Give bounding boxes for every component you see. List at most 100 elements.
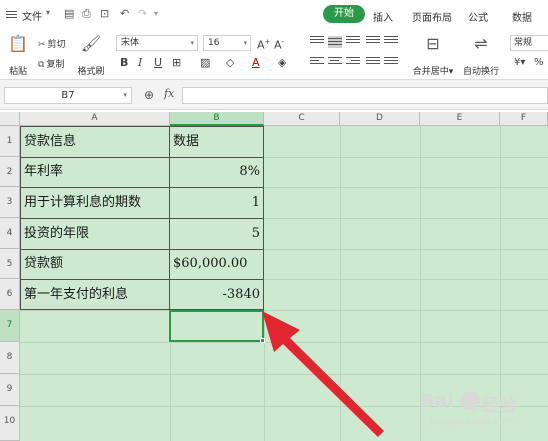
format-painter-button[interactable]: 🖌 格式刷 — [76, 34, 106, 77]
tab-insert[interactable]: 插入 — [373, 9, 393, 24]
underline-icon[interactable]: U — [154, 56, 162, 70]
tab-data[interactable]: 数据 — [512, 9, 532, 24]
text-direction-icon[interactable] — [366, 36, 380, 48]
watermark-logo: Bai — [420, 390, 454, 412]
indent-icon[interactable] — [384, 36, 398, 48]
function-icon[interactable]: fx — [164, 87, 174, 100]
clear-icon[interactable]: ◈ — [278, 56, 286, 70]
align-right-icon[interactable] — [346, 57, 360, 69]
cell-b4[interactable]: 5 — [171, 219, 262, 249]
fill-color-icon[interactable]: ▨ — [200, 56, 210, 70]
chevron-down-icon[interactable]: ▾ — [46, 8, 50, 17]
merge-cells-icon: ⊟ — [426, 34, 440, 53]
redo-icon[interactable]: ↷ — [138, 8, 147, 19]
percent-icon[interactable]: % — [534, 56, 544, 70]
align-center-icon[interactable] — [328, 57, 342, 69]
column-header-b[interactable]: B — [170, 112, 264, 126]
row-header-7[interactable]: 7 — [0, 310, 20, 342]
formula-bar: B7 ▾ ⊕ fx — [0, 80, 548, 110]
row-header-10[interactable]: 10 — [0, 406, 20, 441]
select-all-corner[interactable] — [0, 112, 20, 126]
align-middle-icon[interactable] — [328, 36, 342, 48]
decrease-font-icon[interactable]: A- — [274, 35, 284, 53]
cell-a4[interactable]: 投资的年限 — [24, 219, 169, 249]
file-menu[interactable]: 文件 — [22, 8, 42, 23]
bold-icon[interactable]: B — [120, 56, 128, 70]
column-header-d[interactable]: D — [340, 112, 420, 126]
active-cell-b7[interactable] — [169, 310, 264, 342]
tab-formulas[interactable]: 公式 — [468, 9, 488, 24]
scissors-icon: ✂ — [38, 40, 46, 50]
tab-home[interactable]: 开始 — [323, 5, 365, 23]
cell-a5[interactable]: 贷款额 — [24, 249, 169, 279]
cell-b1[interactable]: 数据 — [171, 127, 262, 157]
paint-bucket-icon[interactable]: ◇ — [226, 56, 234, 70]
row-header-1[interactable]: 1 — [0, 126, 20, 157]
paw-icon — [460, 392, 480, 410]
cell-b6[interactable]: -3840 — [171, 280, 262, 310]
column-header-e[interactable]: E — [420, 112, 500, 126]
menu-bar: 文件 ▾ ▤ ⎙ ⊡ ↶ ↷ ▾ 开始 插入 页面布局 公式 数据 — [0, 0, 548, 26]
wrap-text-button[interactable]: ⇌ 自动换行 — [460, 34, 502, 77]
cell-a2[interactable]: 年利率 — [24, 157, 169, 187]
chevron-down-icon[interactable]: ▾ — [154, 8, 158, 19]
chevron-down-icon: ▾ — [243, 39, 247, 47]
watermark-url: jingyan.baidu.com — [430, 417, 514, 427]
paste-button[interactable]: 📋 粘贴 — [4, 34, 32, 77]
name-box[interactable]: B7 ▾ — [4, 87, 132, 104]
row-header-2[interactable]: 2 — [0, 157, 20, 187]
gridline — [20, 310, 548, 311]
row-header-3[interactable]: 3 — [0, 187, 20, 218]
cut-button[interactable]: ✂ 剪切 — [38, 37, 66, 50]
row-header-5[interactable]: 5 — [0, 249, 20, 279]
align-top-icon[interactable] — [310, 36, 324, 48]
align-bottom-icon[interactable] — [346, 36, 360, 48]
number-format-select[interactable]: 常规 — [510, 35, 548, 51]
row-header-9[interactable]: 9 — [0, 374, 20, 406]
wrap-text-icon: ⇌ — [474, 34, 488, 53]
row-header-6[interactable]: 6 — [0, 279, 20, 310]
row-header-4[interactable]: 4 — [0, 218, 20, 249]
align-left-icon[interactable] — [310, 57, 324, 69]
save-icon[interactable]: ▤ — [64, 8, 74, 19]
chevron-down-icon: ▾ — [123, 91, 127, 99]
column-header-c[interactable]: C — [264, 112, 340, 126]
print-icon[interactable]: ⎙ — [82, 8, 91, 19]
menu-icon[interactable] — [6, 11, 17, 20]
print-preview-icon[interactable]: ⊡ — [100, 8, 109, 19]
row-header-8[interactable]: 8 — [0, 342, 20, 374]
justify-icon[interactable] — [366, 57, 380, 69]
cell-a6[interactable]: 第一年支付的利息 — [24, 280, 169, 310]
column-header-a[interactable]: A — [20, 112, 170, 126]
gridline — [20, 342, 548, 343]
copy-icon: ⧉ — [38, 60, 45, 70]
undo-icon[interactable]: ↶ — [120, 8, 129, 19]
formula-input[interactable] — [182, 87, 548, 104]
currency-icon[interactable]: ¥▾ — [514, 56, 525, 70]
gridline — [340, 126, 341, 441]
copy-button[interactable]: ⧉ 复制 — [38, 57, 64, 70]
cell-a3[interactable]: 用于计算利息的期数 — [24, 188, 169, 218]
cell-b5[interactable]: $60,000.00 — [171, 249, 262, 279]
zoom-icon[interactable]: ⊕ — [144, 88, 154, 102]
font-size-select[interactable]: 16 ▾ — [203, 35, 251, 51]
column-header-f[interactable]: F — [500, 112, 548, 126]
italic-icon[interactable]: I — [138, 56, 142, 70]
watermark: Bai 经验 jingyan.baidu.com — [420, 390, 548, 438]
ribbon-toolbar: 📋 粘贴 ✂ 剪切 ⧉ 复制 🖌 格式刷 宋体 ▾ 16 ▾ A+ A- B I U ⊞… — [0, 26, 548, 80]
spreadsheet-app: 文件 ▾ ▤ ⎙ ⊡ ↶ ↷ ▾ 开始 插入 页面布局 公式 数据 📋 粘贴 ✂… — [0, 0, 548, 441]
fill-handle[interactable] — [260, 338, 265, 343]
gridline — [264, 310, 265, 441]
gridline — [20, 374, 548, 375]
font-name-select[interactable]: 宋体 ▾ — [116, 35, 198, 51]
cell-b3[interactable]: 1 — [171, 188, 262, 218]
tab-page-layout[interactable]: 页面布局 — [412, 9, 452, 24]
cell-a1[interactable]: 贷款信息 — [24, 127, 169, 157]
borders-icon[interactable]: ⊞ — [172, 56, 181, 70]
distributed-icon[interactable] — [384, 57, 398, 69]
increase-font-icon[interactable]: A+ — [257, 35, 270, 53]
merge-center-button[interactable]: ⊟ 合并居中▾ — [410, 34, 456, 77]
clipboard-icon: 📋 — [8, 34, 28, 53]
cell-b2[interactable]: 8% — [171, 157, 262, 187]
font-color-icon[interactable]: A — [252, 56, 260, 70]
